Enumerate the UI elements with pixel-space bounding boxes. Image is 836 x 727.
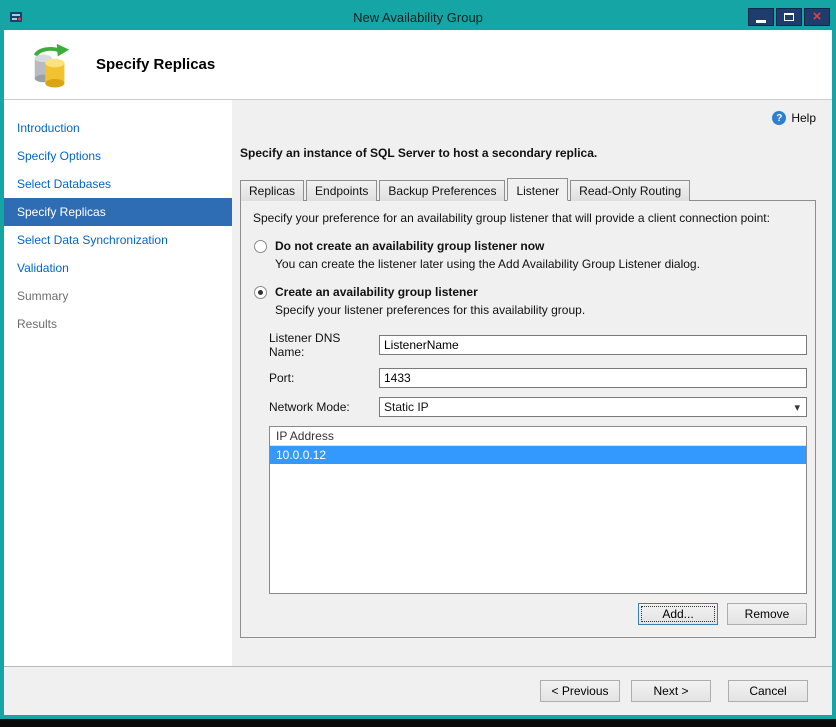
wizard-footer: < Previous Next > Cancel (4, 666, 832, 715)
sidebar-item-results: Results (17, 317, 58, 331)
dialog-new-availability-group: New Availability Group × Specify Replica… (0, 0, 836, 719)
tab-strip: Replicas Endpoints Backup Preferences Li… (240, 178, 816, 201)
sidebar-item-validation[interactable]: Validation (4, 254, 232, 282)
maximize-button[interactable] (776, 8, 802, 26)
tab-endpoints[interactable]: Endpoints (306, 180, 378, 201)
network-mode-label: Network Mode: (269, 400, 350, 414)
help-link[interactable]: Help (791, 111, 816, 125)
desktop-background-strip (0, 719, 836, 727)
sidebar-item-select-databases[interactable]: Select Databases (4, 170, 232, 198)
radio-create-listener-label[interactable]: Create an availability group listener (275, 285, 478, 299)
minimize-button[interactable] (748, 8, 774, 26)
listener-tab-panel: Specify your preference for an availabil… (240, 200, 816, 638)
next-button[interactable]: Next > (631, 680, 711, 702)
sidebar-item-summary: Summary (17, 289, 69, 303)
instruction-text: Specify an instance of SQL Server to hos… (240, 146, 598, 160)
wizard-step-sidebar: Introduction Specify Options Select Data… (4, 100, 232, 666)
wizard-header: Specify Replicas (4, 30, 832, 100)
help-icon: ? (772, 111, 787, 125)
titlebar[interactable]: New Availability Group × (4, 4, 832, 30)
cancel-button[interactable]: Cancel (728, 680, 808, 702)
sidebar-item-introduction[interactable]: Introduction (4, 114, 232, 142)
close-icon: × (812, 7, 822, 25)
chevron-down-icon: ▾ (794, 401, 800, 414)
add-button[interactable]: Add... (638, 603, 718, 625)
sidebar-item-select-data-synchronization[interactable]: Select Data Synchronization (4, 226, 232, 254)
maximize-icon (784, 13, 794, 21)
tab-read-only-routing[interactable]: Read-Only Routing (570, 180, 691, 201)
dns-name-label: Listener DNS Name: (269, 331, 341, 359)
port-input[interactable] (379, 368, 807, 388)
radio-no-listener-label[interactable]: Do not create an availability group list… (275, 239, 544, 253)
dns-name-input[interactable] (379, 335, 807, 355)
listener-intro-text: Specify your preference for an availabil… (253, 211, 770, 225)
page-title: Specify Replicas (96, 56, 216, 73)
tab-replicas[interactable]: Replicas (240, 180, 305, 201)
network-mode-select[interactable]: Static IP ▾ (379, 397, 807, 417)
radio-no-listener[interactable] (254, 239, 267, 253)
tab-backup-preferences[interactable]: Backup Preferences (379, 180, 506, 201)
minimize-icon (756, 19, 766, 23)
window-title: New Availability Group (353, 9, 483, 25)
listener-form: Listener DNS Name: Port: Network Mode: S… (269, 331, 807, 417)
app-icon (10, 12, 22, 22)
ip-list-row[interactable]: 10.0.0.12 (270, 446, 806, 464)
sidebar-item-specify-options[interactable]: Specify Options (4, 142, 232, 170)
tab-listener[interactable]: Listener (507, 178, 569, 201)
ip-list-column-header[interactable]: IP Address (270, 427, 806, 446)
close-button[interactable]: × (804, 8, 830, 26)
radio-no-listener-desc: You can create the listener later using … (275, 257, 700, 271)
network-mode-value: Static IP (384, 400, 429, 414)
remove-button[interactable]: Remove (727, 603, 807, 625)
wizard-database-icon (33, 43, 70, 88)
previous-button[interactable]: < Previous (540, 680, 620, 702)
ip-address-list: IP Address 10.0.0.12 (269, 426, 807, 594)
radio-create-listener-desc: Specify your listener preferences for th… (275, 303, 586, 317)
main-content: ? Help Specify an instance of SQL Server… (232, 100, 832, 666)
sidebar-item-specify-replicas[interactable]: Specify Replicas (4, 198, 232, 226)
window-controls: × (748, 8, 832, 26)
port-label: Port: (269, 371, 295, 385)
radio-create-listener[interactable] (254, 285, 267, 299)
